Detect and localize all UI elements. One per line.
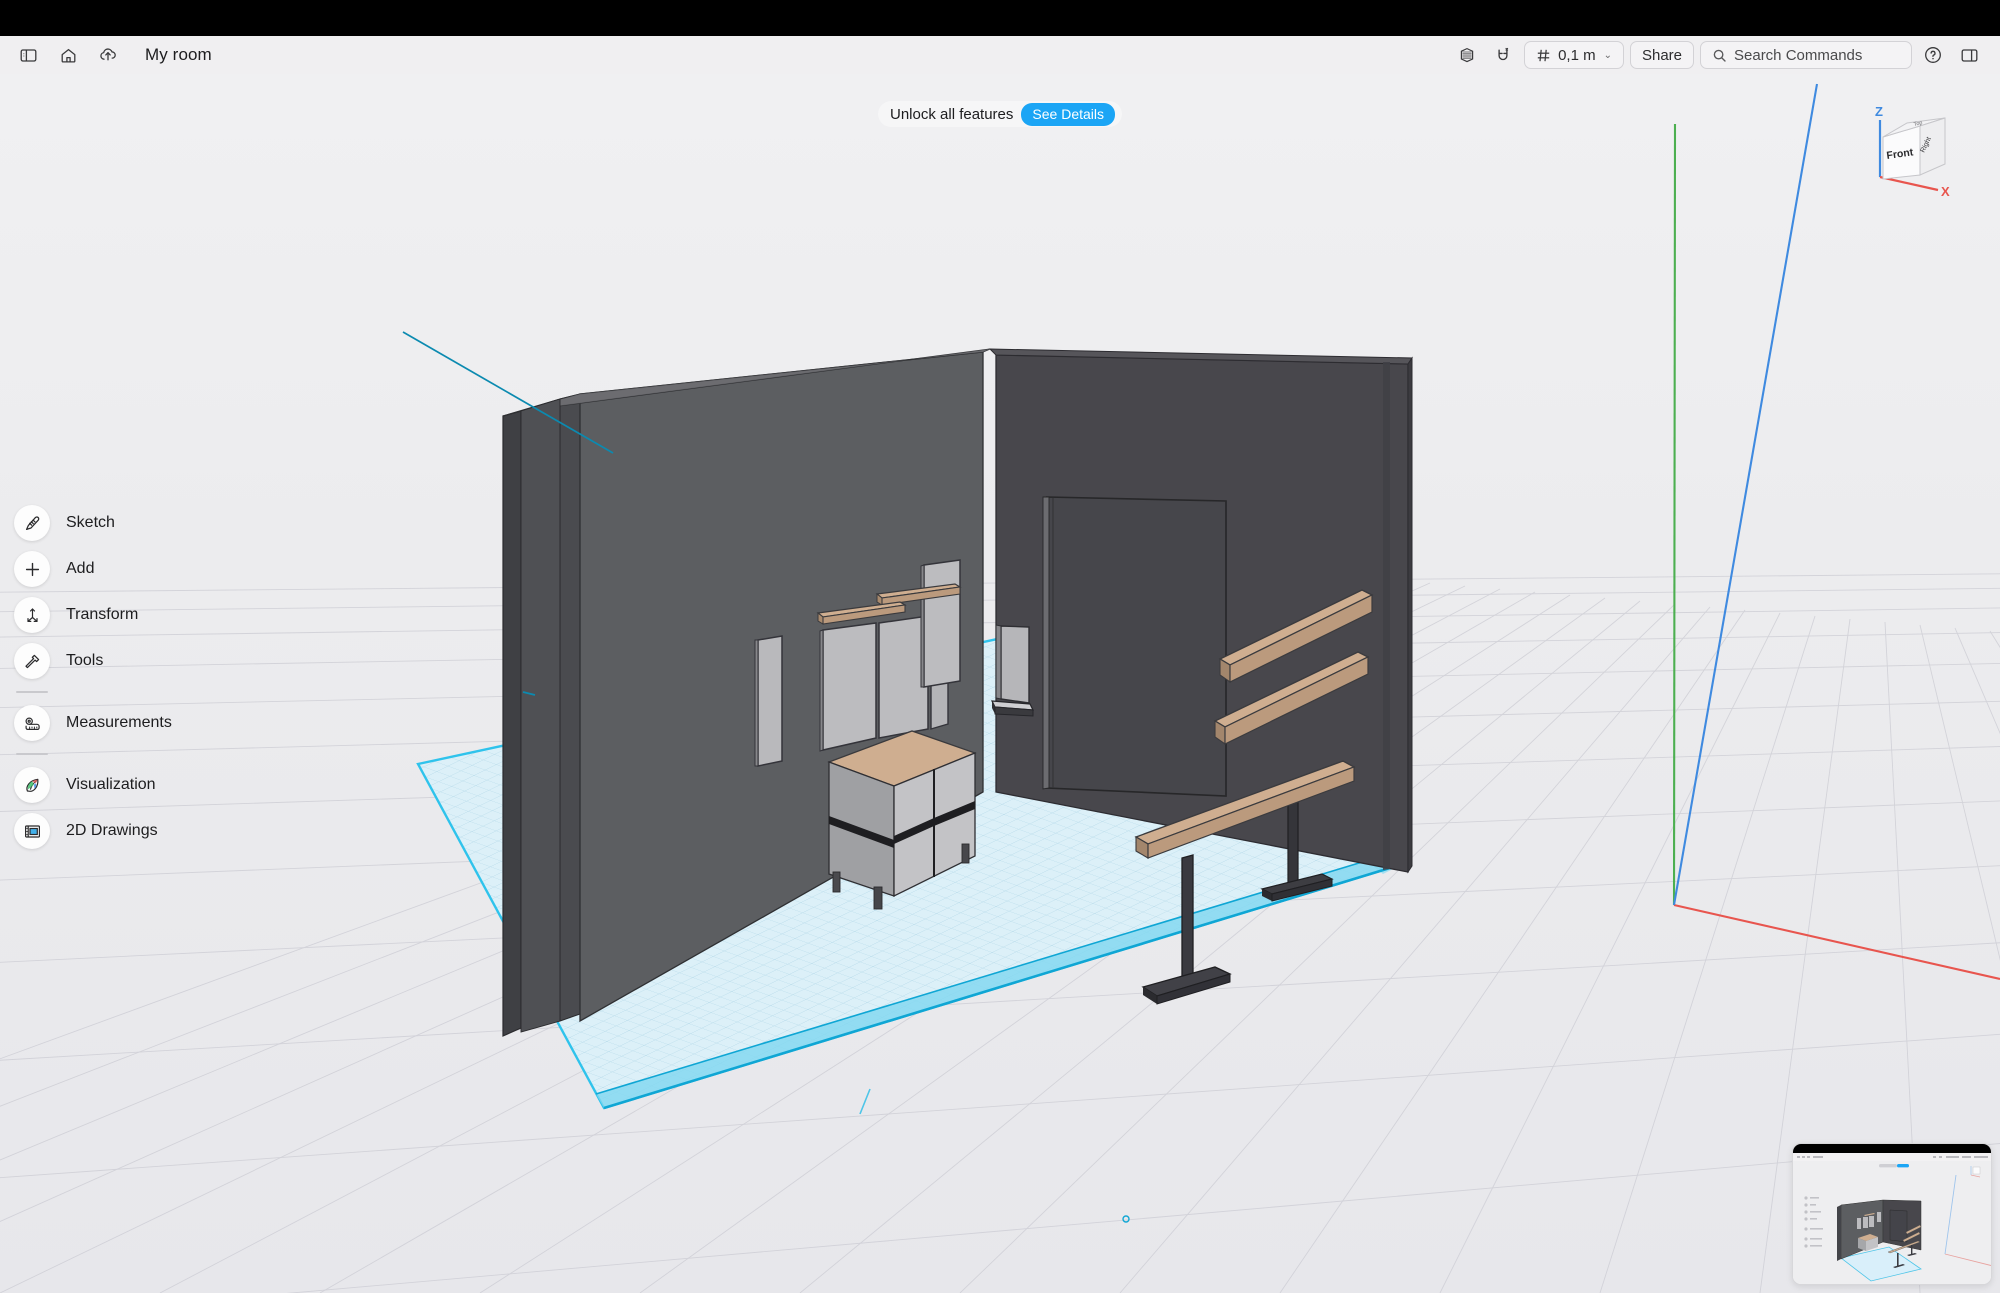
grid-size-value: 0,1 m (1558, 47, 1596, 64)
paint-leaf-icon (14, 767, 50, 803)
move-arrows-icon (14, 597, 50, 633)
unlock-features-banner[interactable]: Unlock all features See Details (878, 101, 1122, 127)
view-cube[interactable]: Z X Front Top Right (1852, 95, 1972, 205)
unlock-features-label: Unlock all features (890, 106, 1013, 123)
grid-size-selector[interactable]: 0,1 m ⌄ (1524, 41, 1624, 69)
search-commands-field[interactable]: Search Commands (1700, 41, 1912, 69)
top-toolbar: My room 0,1 m (0, 36, 2000, 74)
wall-panel-1[interactable] (755, 636, 782, 766)
home-icon[interactable] (53, 41, 83, 69)
wall-panel-5[interactable] (921, 560, 960, 687)
tool-rail-item-measurements[interactable]: Measurements (14, 700, 244, 746)
tool-rail-label: 2D Drawings (66, 822, 158, 840)
tool-rail-item-visualization[interactable]: Visualization (14, 762, 244, 808)
help-icon[interactable] (1918, 41, 1948, 69)
tool-rail-item-sketch[interactable]: Sketch (14, 500, 244, 546)
tool-rail-divider-2 (16, 753, 48, 755)
window-title-strip (0, 0, 2000, 36)
cloud-upload-icon[interactable] (93, 41, 123, 69)
tool-rail-item-2d-drawings[interactable]: 2D Drawings (14, 808, 244, 854)
tool-rail-label: Transform (66, 606, 138, 624)
3d-viewport[interactable] (0, 74, 2000, 1293)
tool-rail-item-add[interactable]: Add (14, 546, 244, 592)
document-title[interactable]: My room (145, 45, 212, 65)
minimap-title-strip (1793, 1144, 1991, 1153)
tool-rail: Sketch Add Transform (14, 500, 244, 854)
axis-y-line (1674, 124, 1675, 905)
tool-rail-label: Tools (66, 652, 103, 670)
viewcube-axis-z-label: Z (1875, 104, 1883, 119)
render-icon[interactable] (1452, 41, 1482, 69)
sketch-pen-icon (14, 505, 50, 541)
snap-magnet-icon[interactable] (1488, 41, 1518, 69)
see-details-button[interactable]: See Details (1021, 103, 1115, 126)
chevron-down-icon: ⌄ (1604, 50, 1612, 61)
back-wall-panel[interactable] (992, 625, 1033, 716)
toggle-right-panel-icon[interactable] (1954, 41, 1984, 69)
tool-rail-item-tools[interactable]: Tools (14, 638, 244, 684)
share-button-label: Share (1642, 47, 1682, 64)
hammer-icon (14, 643, 50, 679)
wall-panel-2[interactable] (820, 623, 876, 751)
tool-rail-divider-1 (16, 691, 48, 693)
viewcube-axis-x (1880, 177, 1938, 190)
share-button[interactable]: Share (1630, 41, 1694, 69)
viewcube-axis-x-label: X (1941, 184, 1950, 199)
plus-icon (14, 551, 50, 587)
tool-rail-label: Visualization (66, 776, 156, 794)
search-icon (1712, 48, 1727, 63)
tool-rail-label: Measurements (66, 714, 172, 732)
drawing-sheet-icon (14, 813, 50, 849)
application-window: Z X Front Top Right (0, 0, 2000, 1293)
tool-rail-item-transform[interactable]: Transform (14, 592, 244, 638)
search-commands-placeholder: Search Commands (1734, 47, 1862, 64)
scene-overview-minimap[interactable] (1792, 1143, 1992, 1285)
toggle-left-panel-icon[interactable] (13, 41, 43, 69)
tool-rail-label: Add (66, 560, 94, 578)
tape-measure-icon (14, 705, 50, 741)
tool-rail-label: Sketch (66, 514, 115, 532)
minimap-canvas (1793, 1153, 1991, 1285)
door[interactable] (1043, 497, 1226, 796)
